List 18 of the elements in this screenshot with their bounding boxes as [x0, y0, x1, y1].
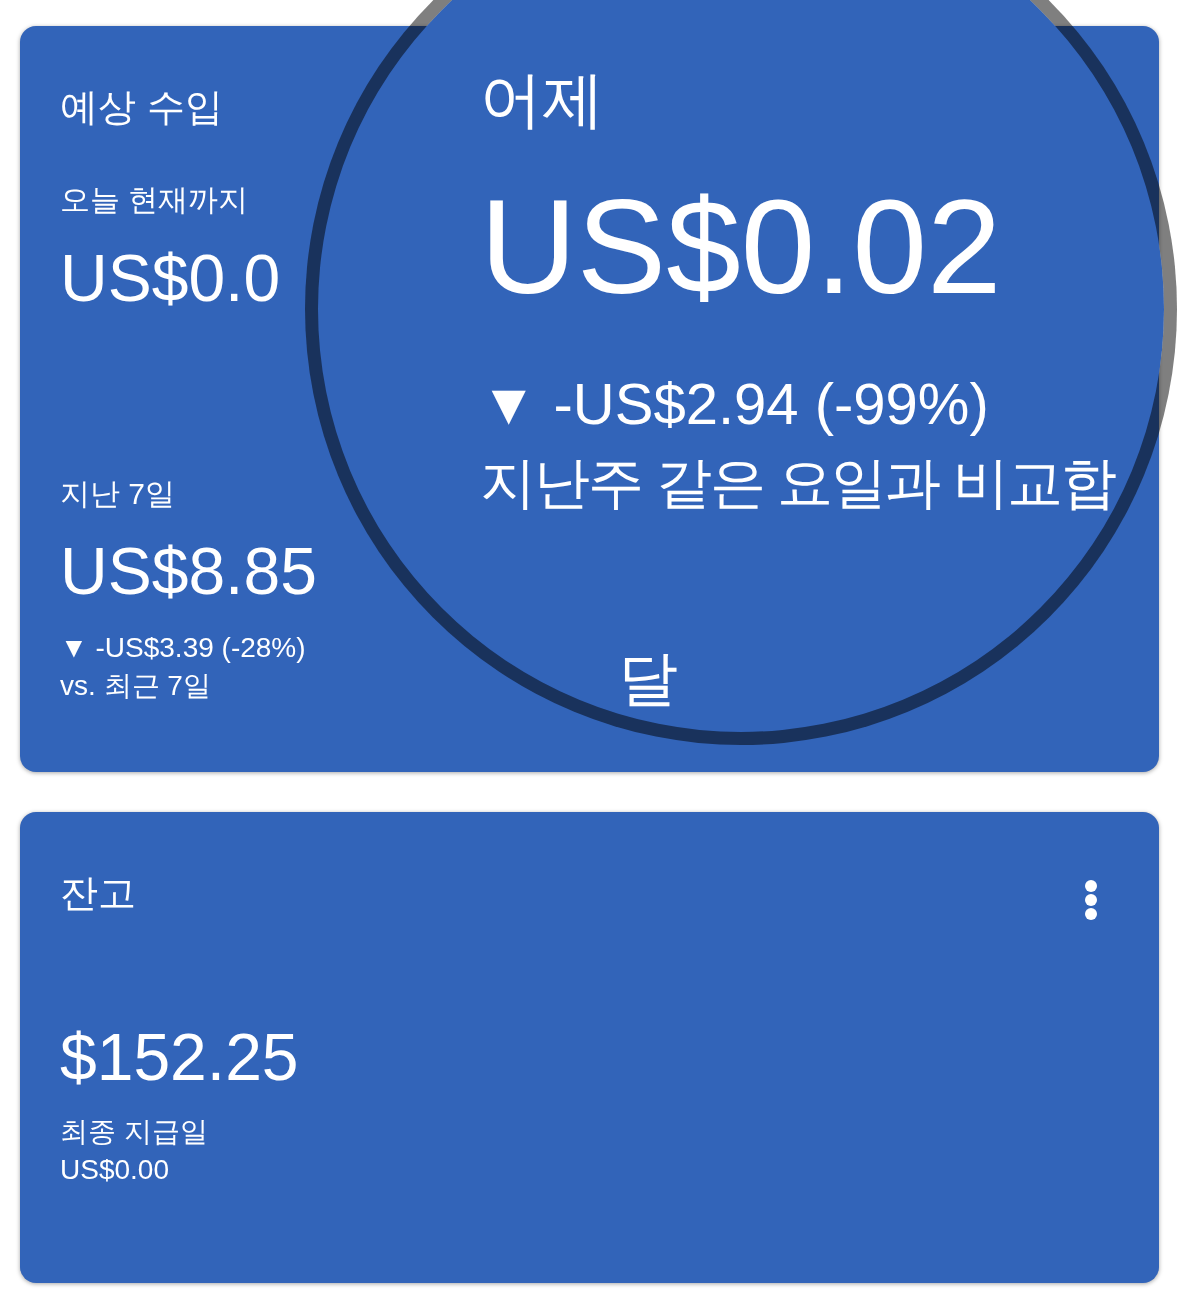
more-vertical-icon — [1085, 880, 1097, 920]
earnings-value: US$8.85 — [60, 533, 317, 610]
card-title: 예상 수입 — [60, 85, 223, 130]
period-label: 오늘 현재까지 — [60, 182, 249, 218]
balance-value: $152.25 — [60, 1019, 299, 1096]
payment-label: 최종 지급일 — [60, 1115, 208, 1149]
period-label: 달 — [618, 647, 678, 711]
comparison-text: 지난주 같은 요일과 비교합 — [480, 450, 1115, 516]
payment-value: US$0.00 — [60, 1153, 169, 1187]
more-options-button[interactable] — [1085, 880, 1097, 920]
card-title: 잔고 — [60, 871, 136, 916]
earnings-value: US$0.0 — [60, 240, 281, 317]
earnings-value: US$0.02 — [480, 172, 1002, 322]
comparison-text: vs. 최근 7일 — [60, 669, 211, 703]
period-label: 어제 — [480, 64, 604, 136]
change-text: ▼ -US$3.39 (-28%) — [60, 631, 306, 665]
change-text: ▼ -US$2.94 (-99%) — [480, 370, 989, 438]
period-label: 지난 7일 — [60, 476, 176, 512]
